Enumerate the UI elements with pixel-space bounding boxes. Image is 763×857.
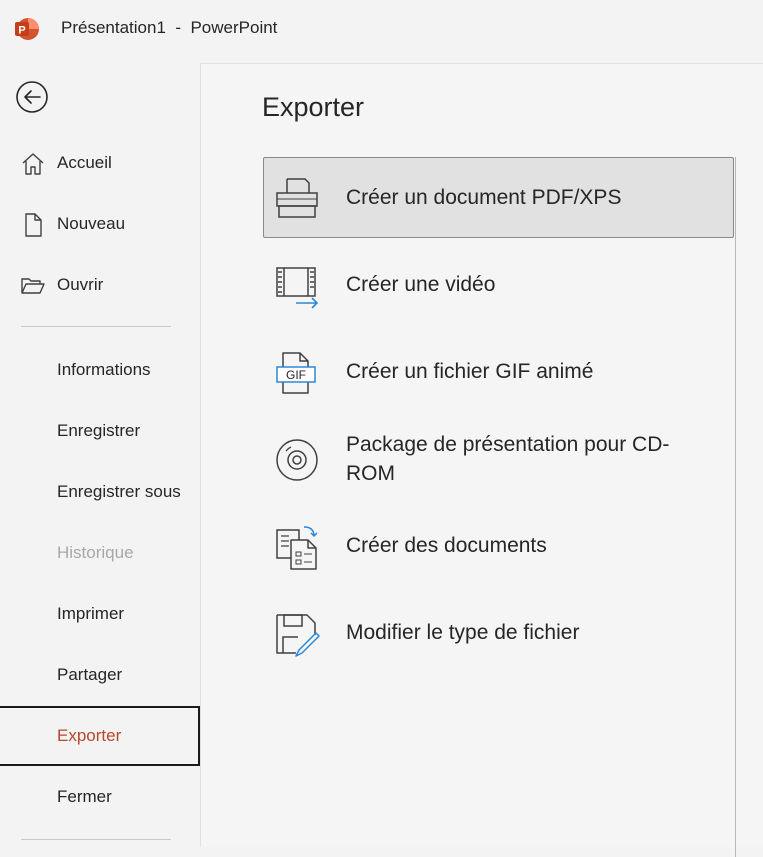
pdf-xps-document-icon	[276, 178, 318, 218]
sidebar-item-label: Informations	[57, 360, 151, 379]
export-panel: Exporter Créer un document PDF/XPS Créer…	[200, 63, 763, 857]
title-bar: P Présentation1 - PowerPoint	[0, 0, 763, 56]
sidebar-item-label: Nouveau	[57, 214, 126, 233]
option-label: Modifier le type de fichier	[346, 621, 580, 644]
sidebar-separator	[21, 326, 171, 327]
option-label: Créer un document PDF/XPS	[346, 186, 622, 209]
option-change-file-type[interactable]: Modifier le type de fichier	[263, 592, 734, 673]
video-export-icon	[276, 267, 319, 309]
option-create-handouts[interactable]: Créer des documents	[263, 505, 734, 586]
handouts-document-icon	[276, 526, 318, 570]
sidebar-item-export[interactable]: Exporter	[0, 706, 200, 766]
sidebar-item-label: Ouvrir	[57, 275, 104, 294]
sidebar-item-label: Exporter	[57, 726, 122, 745]
sidebar-item-save-as[interactable]: Enregistrer sous	[0, 462, 200, 522]
svg-text:GIF: GIF	[286, 368, 306, 382]
gif-file-icon: GIF	[276, 352, 316, 394]
sidebar-item-label: Fermer	[57, 787, 112, 806]
sidebar-item-label: Enregistrer	[57, 421, 141, 440]
window-title: Présentation1 - PowerPoint	[61, 18, 278, 37]
change-file-type-icon	[276, 614, 320, 657]
sidebar-item-new[interactable]: Nouveau	[0, 194, 200, 254]
options-divider	[735, 157, 736, 857]
sidebar-item-label: Accueil	[57, 153, 112, 172]
sidebar-item-close[interactable]: Fermer	[0, 767, 200, 827]
backstage-sidebar: Accueil Nouveau Ouvrir Informations Enre…	[0, 56, 200, 847]
sidebar-item-label: Imprimer	[57, 604, 125, 623]
cd-rom-icon	[276, 439, 318, 481]
sidebar-item-label: Partager	[57, 665, 123, 684]
sidebar-item-info[interactable]: Informations	[0, 340, 200, 400]
powerpoint-logo-icon: P	[15, 18, 39, 40]
sidebar-item-label: Historique	[57, 543, 134, 562]
sidebar-item-home[interactable]: Accueil	[0, 133, 200, 193]
new-document-icon	[25, 213, 42, 237]
open-folder-icon	[21, 278, 45, 294]
sidebar-item-share[interactable]: Partager	[0, 645, 200, 705]
option-create-pdf-xps[interactable]: Créer un document PDF/XPS	[263, 157, 734, 238]
sidebar-item-history: Historique	[0, 523, 200, 583]
svg-text:P: P	[18, 25, 25, 37]
option-label: Créer une vidéo	[346, 273, 496, 296]
sidebar-item-open[interactable]: Ouvrir	[0, 255, 200, 315]
sidebar-item-save[interactable]: Enregistrer	[0, 401, 200, 461]
option-label: Créer des documents	[346, 534, 547, 557]
option-label: Package de présentation pour CD-ROM	[346, 432, 670, 485]
sidebar-item-label: Enregistrer sous	[57, 482, 181, 501]
option-create-gif[interactable]: GIF Créer un fichier GIF animé	[263, 331, 734, 412]
sidebar-separator	[21, 839, 171, 840]
option-create-video[interactable]: Créer une vidéo	[263, 244, 734, 325]
sidebar-item-print[interactable]: Imprimer	[0, 584, 200, 644]
home-icon	[22, 153, 44, 175]
page-title: Exporter	[262, 92, 365, 122]
back-arrow-icon[interactable]	[15, 80, 49, 114]
option-package-cd[interactable]: Package de présentation pour CD-ROM	[263, 418, 734, 499]
option-label: Créer un fichier GIF animé	[346, 360, 594, 383]
